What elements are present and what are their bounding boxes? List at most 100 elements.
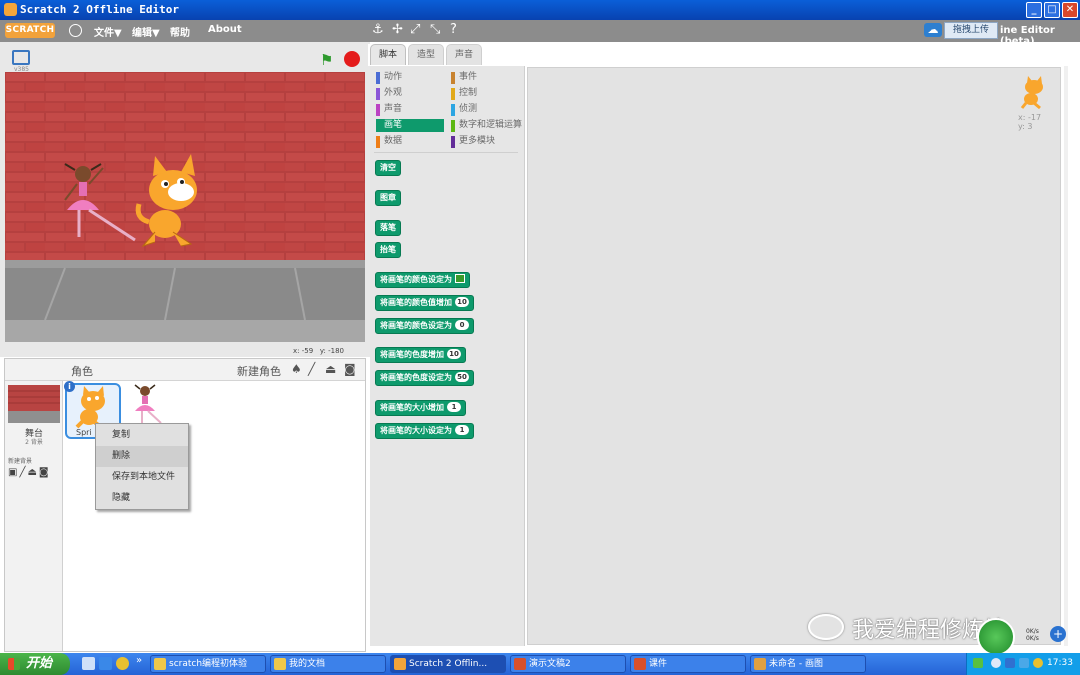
stage-thumbnail[interactable] — [8, 385, 60, 423]
help-tool-icon[interactable]: ? — [450, 22, 457, 37]
show-desktop-icon[interactable] — [82, 657, 95, 670]
category-label: 数字和逻辑运算 — [459, 120, 523, 130]
color-swatch-input[interactable] — [455, 274, 465, 283]
palette-divider — [374, 152, 518, 153]
stop-sign-icon[interactable] — [344, 51, 360, 67]
block-number-input[interactable]: 0 — [455, 320, 469, 330]
task-courseware[interactable]: 课件 — [630, 655, 746, 673]
scripts-area[interactable]: x: -17 y: 3 — [527, 67, 1061, 645]
fullscreen-icon[interactable] — [12, 50, 30, 65]
menu-edit[interactable]: 编辑▼ — [132, 24, 160, 39]
task-scratch-editor[interactable]: Scratch 2 Offlin... — [390, 655, 506, 673]
menu-file[interactable]: 文件▼ — [94, 24, 122, 39]
context-delete[interactable]: 删除 — [96, 446, 188, 467]
tray-security-icon[interactable] — [1033, 658, 1043, 668]
category-r-1[interactable]: 控制 — [451, 87, 523, 100]
block-number-input[interactable]: 10 — [455, 297, 469, 307]
tab-costumes[interactable]: 造型 — [408, 44, 444, 65]
context-save-to-file[interactable]: 保存到本地文件 — [96, 467, 188, 488]
powerpoint-icon — [514, 658, 526, 670]
category-1[interactable]: 外观 — [376, 87, 444, 100]
context-hide[interactable]: 隐藏 — [96, 488, 188, 509]
paint-sprite-icon[interactable]: ╱ — [308, 362, 315, 376]
sprite-library-icon[interactable]: ♠ — [291, 362, 302, 376]
current-sprite-info: x: -17 y: 3 — [1018, 76, 1054, 131]
minimize-button[interactable]: _ — [1026, 2, 1042, 18]
pen-block-4[interactable]: 将画笔的颜色设定为 — [375, 272, 470, 288]
task-scratch-intro[interactable]: scratch编程初体验 — [150, 655, 266, 673]
block-number-input[interactable]: 1 — [455, 425, 469, 435]
menu-about[interactable]: About — [208, 24, 242, 35]
task-label: 我的文档 — [289, 659, 326, 669]
pen-block-3[interactable]: 抬笔 — [375, 242, 401, 258]
category-4[interactable]: 数据 — [376, 135, 444, 148]
network-plus-icon[interactable]: + — [1050, 626, 1066, 642]
language-globe-icon[interactable] — [69, 24, 82, 37]
tray-volume-icon[interactable] — [1019, 658, 1029, 668]
duplicate-tool-icon[interactable]: ⚓ — [372, 22, 384, 37]
stage-canvas[interactable] — [5, 72, 365, 342]
block-text: 落笔 — [380, 223, 396, 232]
task-my-documents[interactable]: 我的文档 — [270, 655, 386, 673]
sprite-info-icon[interactable]: i — [64, 381, 75, 392]
pen-block-8[interactable]: 将画笔的色度设定为 50 — [375, 370, 474, 386]
chrome-icon[interactable] — [116, 657, 129, 670]
menu-help[interactable]: 帮助 — [170, 24, 190, 39]
paint-icon — [754, 658, 766, 670]
category-2[interactable]: 声音 — [376, 103, 444, 116]
camera-sprite-icon[interactable]: ◙ — [344, 362, 356, 376]
pen-block-5[interactable]: 将画笔的颜色值增加 10 — [375, 295, 474, 311]
block-text: 将画笔的颜色设定为 — [380, 275, 452, 284]
green-flag-icon[interactable]: ⚑ — [320, 51, 333, 69]
block-text: 抬笔 — [380, 245, 396, 254]
new-backdrop-icons[interactable]: ▣╱⏏◙ — [8, 467, 51, 478]
task-paint[interactable]: 未命名 - 画图 — [750, 655, 866, 673]
pen-block-0[interactable]: 清空 — [375, 160, 401, 176]
cloud-icon[interactable]: ☁ — [924, 23, 942, 37]
block-number-input[interactable]: 10 — [447, 349, 461, 359]
block-text: 将画笔的色度增加 — [380, 350, 444, 359]
category-label: 侦测 — [459, 104, 478, 114]
task-label: scratch编程初体验 — [169, 659, 248, 669]
grow-tool-icon[interactable]: ⤢ — [410, 22, 420, 37]
category-color-bar — [376, 88, 380, 100]
block-number-input[interactable]: 50 — [455, 372, 469, 382]
pen-block-6[interactable]: 将画笔的颜色设定为 0 — [375, 318, 474, 334]
scratch-logo[interactable]: SCRATCH — [5, 23, 55, 38]
category-r-4[interactable]: 更多模块 — [451, 135, 523, 148]
shrink-tool-icon[interactable]: ⤡ — [430, 22, 440, 37]
close-button[interactable]: ✕ — [1062, 2, 1078, 18]
tray-network-icon[interactable] — [1005, 658, 1015, 668]
ie-icon[interactable] — [99, 657, 112, 670]
pen-block-7[interactable]: 将画笔的色度增加 10 — [375, 347, 466, 363]
upload-button[interactable]: 拖拽上传 — [944, 22, 998, 39]
tray-arrow-icon[interactable] — [991, 658, 1001, 668]
pen-block-1[interactable]: 图章 — [375, 190, 401, 206]
upload-sprite-icon[interactable]: ⏏ — [325, 362, 336, 376]
category-3[interactable]: 画笔 — [376, 119, 444, 132]
block-number-input[interactable]: 1 — [447, 402, 461, 412]
tab-scripts[interactable]: 脚本 — [370, 44, 406, 65]
tray-green-icon[interactable] — [973, 658, 983, 668]
delete-tool-icon[interactable]: ✢ — [392, 22, 403, 37]
maximize-button[interactable]: □ — [1044, 2, 1060, 18]
context-duplicate[interactable]: 复制 — [96, 425, 188, 446]
task-presentation[interactable]: 演示文稿2 — [510, 655, 626, 673]
category-r-3[interactable]: 数字和逻辑运算 — [451, 119, 523, 132]
mouse-x-value: -59 — [301, 347, 314, 355]
quicklaunch-more-icon[interactable]: » — [136, 655, 142, 666]
category-r-0[interactable]: 事件 — [451, 71, 523, 84]
pen-block-10[interactable]: 将画笔的大小设定为 1 — [375, 423, 474, 439]
stage-thumbnail-image — [8, 385, 60, 423]
pen-block-2[interactable]: 落笔 — [375, 220, 401, 236]
tab-sounds[interactable]: 声音 — [446, 44, 482, 65]
pen-block-9[interactable]: 将画笔的大小增加 1 — [375, 400, 466, 416]
category-0[interactable]: 动作 — [376, 71, 444, 84]
start-button[interactable]: 开始 — [0, 653, 70, 675]
right-scrollbar[interactable] — [1064, 66, 1068, 646]
task-label: 未命名 - 画图 — [769, 659, 823, 669]
network-monitor-ball[interactable] — [977, 618, 1015, 656]
sprite-name: Spri — [76, 428, 92, 437]
category-r-2[interactable]: 侦测 — [451, 103, 523, 116]
scratch-editor-window: Scratch 2 Offline Editor _ □ ✕ SCRATCH 文… — [0, 0, 1080, 675]
